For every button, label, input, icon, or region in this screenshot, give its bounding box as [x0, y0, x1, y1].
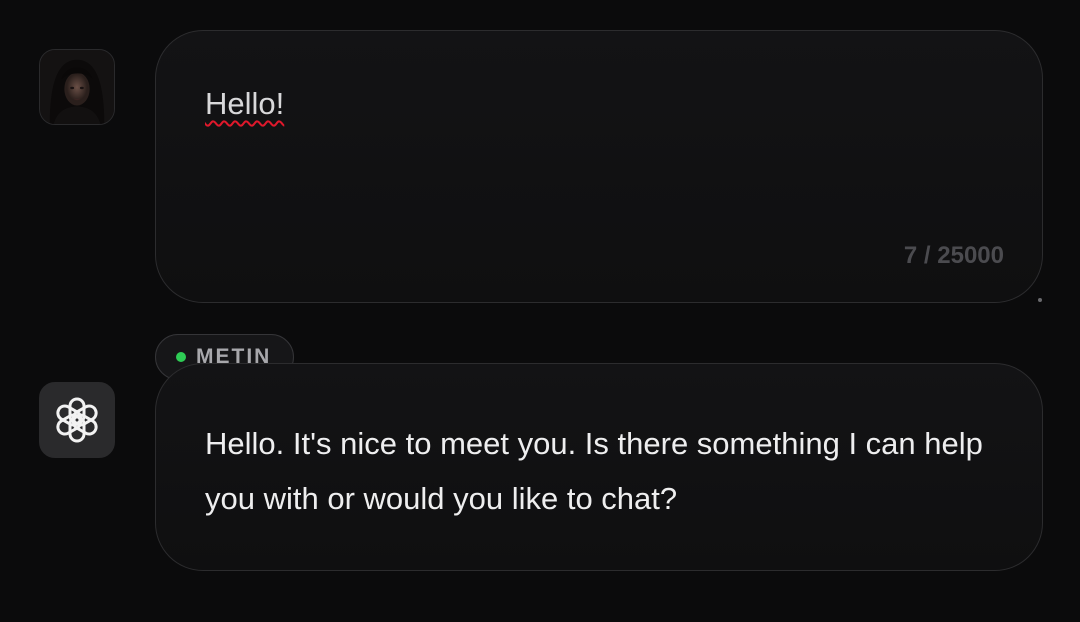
- message-input-box[interactable]: Hello! 7 / 25000: [155, 30, 1043, 303]
- resize-handle[interactable]: [1038, 298, 1042, 302]
- message-input-text[interactable]: Hello!: [205, 86, 284, 122]
- chat-view: Hello! 7 / 25000 METIN Hello. It's nice …: [0, 0, 1080, 622]
- user-avatar[interactable]: [39, 49, 115, 125]
- assistant-avatar: [39, 382, 115, 458]
- user-avatar-photo: [40, 50, 114, 124]
- character-counter: 7 / 25000: [903, 242, 1004, 269]
- assistant-message-text: Hello. It's nice to meet you. Is there s…: [205, 426, 983, 516]
- status-dot-icon: [176, 352, 186, 362]
- assistant-message: Hello. It's nice to meet you. Is there s…: [155, 363, 1043, 571]
- openai-logo-icon: [56, 397, 98, 443]
